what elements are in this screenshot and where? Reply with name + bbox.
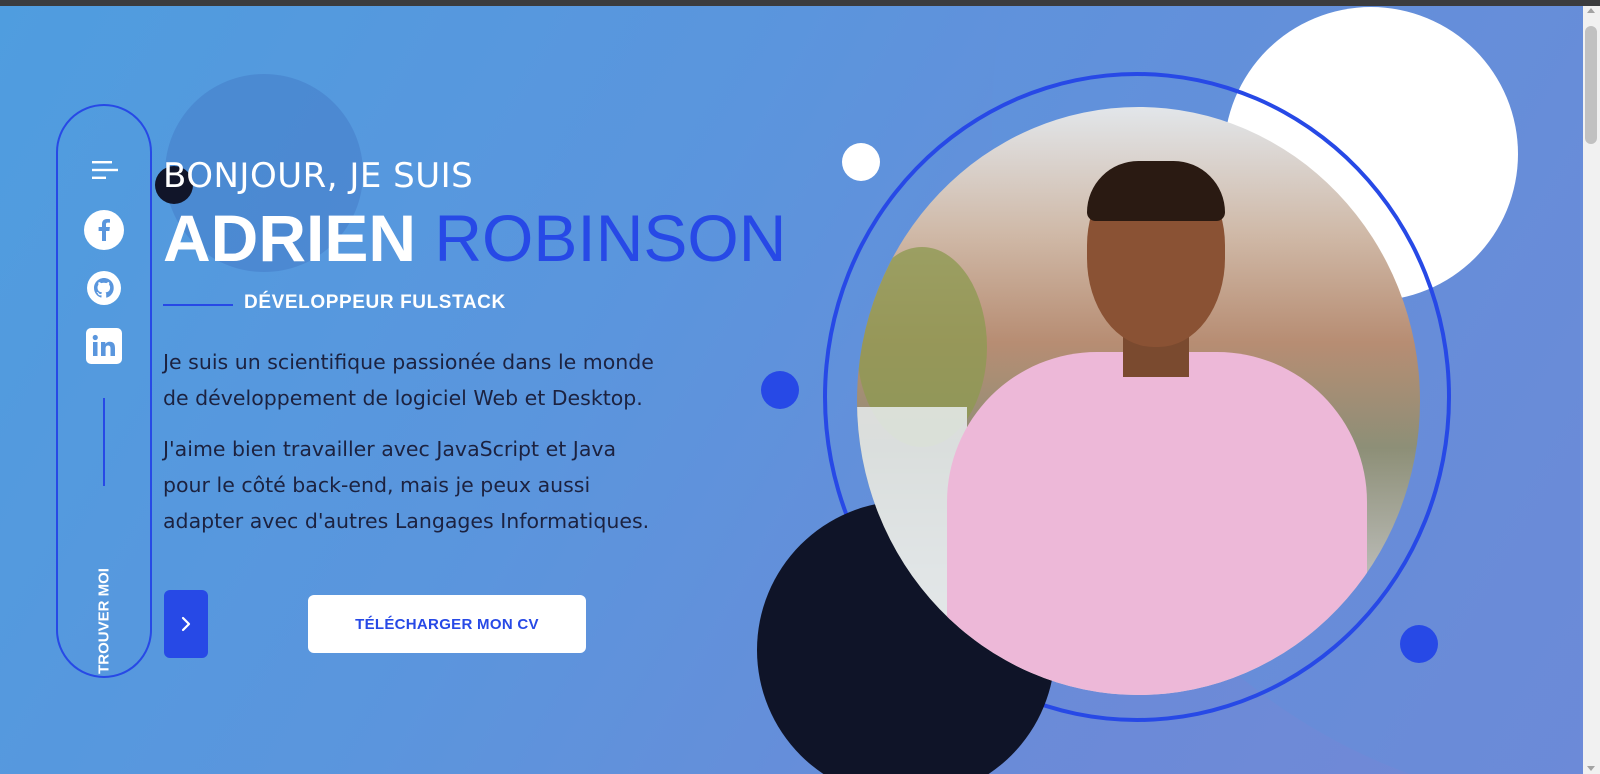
sidebar-divider [103, 398, 105, 486]
hero-name: ADRIEN ROBINSON [163, 200, 786, 276]
intro-paragraph-1: Je suis un scientifique passionée dans l… [163, 350, 654, 410]
facebook-icon[interactable] [84, 210, 124, 250]
decor-blue-dot-right [1400, 625, 1438, 663]
next-arrow-button[interactable] [164, 590, 208, 658]
role-title: DÉVELOPPEUR FULSTACK [244, 292, 506, 313]
github-icon[interactable] [86, 270, 122, 306]
decor-small-white-dot [842, 143, 880, 181]
linkedin-icon[interactable] [86, 328, 122, 364]
scroll-down-arrow-icon[interactable] [1587, 766, 1595, 771]
profile-photo [857, 107, 1420, 695]
last-name: ROBINSON [434, 201, 787, 275]
download-cv-button[interactable]: TÉLÉCHARGER MON CV [308, 595, 586, 653]
social-sidebar: TROUVER MOI [56, 104, 152, 678]
scrollbar-thumb[interactable] [1585, 26, 1597, 144]
photo-shirt [947, 352, 1367, 695]
menu-icon[interactable] [90, 159, 118, 181]
vertical-scrollbar[interactable] [1583, 6, 1600, 774]
scroll-up-arrow-icon[interactable] [1587, 8, 1595, 13]
decor-blue-dot-left [761, 371, 799, 409]
role-underline [163, 304, 233, 306]
greeting-text: BONJOUR, JE SUIS [163, 156, 474, 196]
photo-hair [1087, 161, 1225, 221]
first-name: ADRIEN [163, 201, 417, 275]
hero-section: TROUVER MOI BONJOUR, JE SUIS ADRIEN ROBI… [0, 6, 1583, 774]
intro-paragraph-2: J'aime bien travailler avec JavaScript e… [163, 437, 650, 533]
sidebar-label: TROUVER MOI [95, 568, 113, 674]
chevron-right-icon [181, 616, 191, 632]
